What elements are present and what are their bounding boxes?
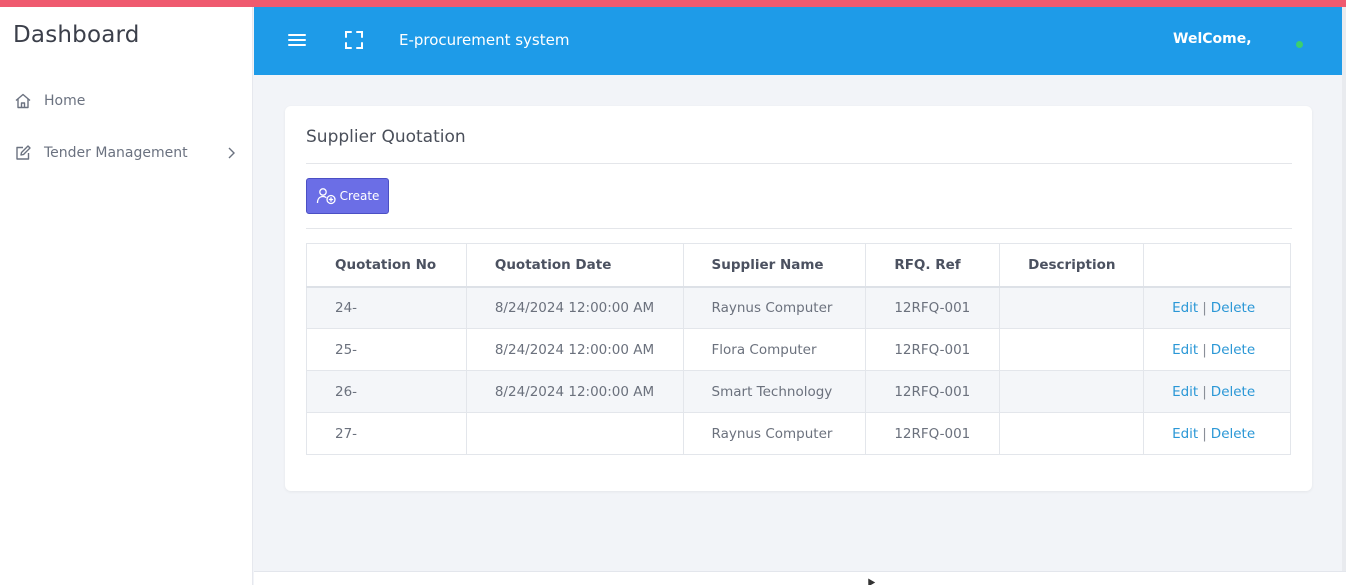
edit-link[interactable]: Edit (1172, 300, 1198, 316)
action-separator: | (1202, 299, 1207, 316)
cell-description (999, 286, 1145, 329)
footer (254, 571, 1346, 585)
action-separator: | (1202, 383, 1207, 400)
column-header-actions (1143, 243, 1291, 287)
cell-quotation-date (465, 412, 684, 455)
table-header-row: Quotation No Quotation Date Supplier Nam… (306, 243, 1291, 287)
edit-icon (13, 143, 33, 163)
cell-quotation-date: 8/24/2024 12:00:00 AM (465, 328, 684, 371)
top-accent-bar (0, 0, 1346, 7)
cell-description (999, 370, 1145, 413)
sidebar-item-label: Home (44, 93, 86, 109)
cell-rfq-ref: 12RFQ-001 (865, 370, 1001, 413)
cell-actions: Edit | Delete (1143, 412, 1291, 455)
table-row: 27- Raynus Computer 12RFQ-001 Edit | Delet… (306, 412, 1291, 455)
cell-rfq-ref: 12RFQ-001 (865, 286, 1001, 329)
edit-link[interactable]: Edit (1172, 342, 1198, 358)
table-row: 25- 8/24/2024 12:00:00 AM Flora Computer… (306, 328, 1291, 371)
cell-quotation-no: 26- (306, 370, 467, 413)
cell-actions: Edit | Delete (1143, 370, 1291, 413)
quotation-table: Quotation No Quotation Date Supplier Nam… (306, 243, 1291, 455)
cell-quotation-no: 24- (306, 286, 467, 329)
table-row: 26- 8/24/2024 12:00:00 AM Smart Technolo… (306, 370, 1291, 413)
cell-description (999, 328, 1145, 371)
column-header-quotation-no[interactable]: Quotation No (306, 243, 467, 287)
add-user-icon (316, 188, 336, 205)
delete-link[interactable]: Delete (1211, 384, 1255, 400)
delete-link[interactable]: Delete (1211, 426, 1255, 442)
sidebar-item-label: Tender Management (44, 145, 188, 161)
cell-rfq-ref: 12RFQ-001 (865, 412, 1001, 455)
column-header-rfq-ref[interactable]: RFQ. Ref (865, 243, 1001, 287)
menu-icon[interactable] (286, 29, 308, 51)
scrollbar[interactable] (1342, 7, 1346, 572)
home-icon (13, 91, 33, 111)
cell-supplier-name: Raynus Computer (682, 286, 867, 329)
cell-rfq-ref: 12RFQ-001 (865, 328, 1001, 371)
divider (306, 228, 1292, 229)
edit-link[interactable]: Edit (1172, 426, 1198, 442)
edit-link[interactable]: Edit (1172, 384, 1198, 400)
page-title: Supplier Quotation (306, 127, 466, 147)
sidebar-brand: Dashboard (13, 22, 140, 48)
cell-quotation-date: 8/24/2024 12:00:00 AM (465, 286, 684, 329)
cell-quotation-no: 27- (306, 412, 467, 455)
quotation-card: Supplier Quotation Create Quotation No Q… (285, 106, 1312, 491)
column-header-description[interactable]: Description (999, 243, 1145, 287)
chevron-right-icon (226, 146, 238, 160)
table-row: 24- 8/24/2024 12:00:00 AM Raynus Compute… (306, 286, 1291, 329)
delete-link[interactable]: Delete (1211, 342, 1255, 358)
welcome-text[interactable]: WelCome, (1173, 31, 1252, 47)
online-status-dot (1296, 41, 1303, 48)
sidebar: Dashboard Home Tender Management (0, 7, 253, 585)
cell-supplier-name: Flora Computer (682, 328, 867, 371)
cell-supplier-name: Smart Technology (682, 370, 867, 413)
divider (306, 163, 1292, 164)
create-button[interactable]: Create (306, 178, 389, 214)
action-separator: | (1202, 425, 1207, 442)
sidebar-item-home[interactable]: Home (13, 88, 238, 114)
create-button-label: Create (339, 189, 380, 203)
sidebar-item-tender-management[interactable]: Tender Management (13, 140, 238, 166)
column-header-quotation-date[interactable]: Quotation Date (465, 243, 684, 287)
app-title: E-procurement system (399, 31, 570, 49)
cell-actions: Edit | Delete (1143, 286, 1291, 329)
column-header-supplier-name[interactable]: Supplier Name (682, 243, 867, 287)
cell-quotation-no: 25- (306, 328, 467, 371)
cell-quotation-date: 8/24/2024 12:00:00 AM (465, 370, 684, 413)
fullscreen-icon[interactable] (343, 29, 365, 51)
top-navbar: E-procurement system WelCome, (254, 7, 1342, 75)
cell-supplier-name: Raynus Computer (682, 412, 867, 455)
action-separator: | (1202, 341, 1207, 358)
cell-actions: Edit | Delete (1143, 328, 1291, 371)
delete-link[interactable]: Delete (1211, 300, 1255, 316)
cell-description (999, 412, 1145, 455)
